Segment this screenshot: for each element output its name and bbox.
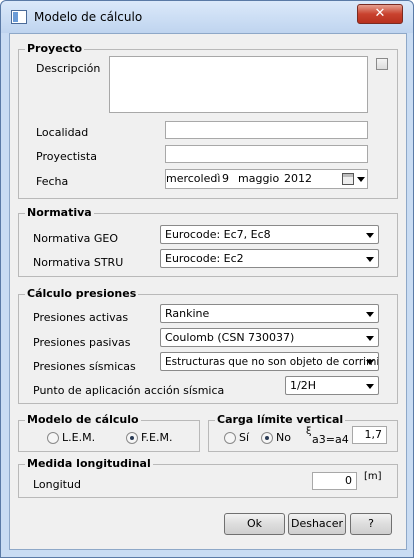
normativa-group: Normativa Normativa GEO Eurocode: Ec7, E…	[18, 206, 398, 277]
xi-symbol: ξ	[306, 426, 312, 437]
carga-limite-group: Carga límite vertical Sí No ξ a3=a4 1,7	[208, 413, 398, 452]
chevron-down-icon	[366, 257, 374, 262]
presiones-pasivas-select[interactable]: Coulomb (CSN 730037)	[160, 328, 379, 347]
localidad-label: Localidad	[36, 126, 89, 139]
chevron-down-icon	[366, 360, 374, 365]
chevron-down-icon[interactable]	[357, 177, 365, 182]
fecha-year: 2012	[284, 172, 312, 185]
modelo-calculo-group: Modelo de cálculo L.E.M. F.E.M.	[18, 413, 200, 452]
descripcion-checkbox[interactable]	[376, 58, 388, 70]
descripcion-label: Descripción	[36, 62, 101, 75]
proyecto-legend: Proyecto	[25, 42, 85, 55]
carga-value-field[interactable]: 1,7	[352, 426, 387, 444]
longitud-unit: [m]	[364, 471, 382, 482]
chevron-down-icon	[366, 384, 374, 389]
descripcion-field[interactable]	[109, 56, 368, 113]
help-button[interactable]: ?	[350, 513, 392, 535]
normativa-stru-label: Normativa STRU	[33, 256, 124, 269]
deshacer-button[interactable]: Deshacer	[288, 513, 346, 535]
presiones-pasivas-label: Presiones pasivas	[33, 336, 131, 349]
longitud-label: Longitud	[33, 478, 81, 491]
presiones-activas-select[interactable]: Rankine	[160, 304, 379, 323]
chevron-down-icon	[366, 336, 374, 341]
localidad-field[interactable]	[165, 121, 368, 139]
proyectista-field[interactable]	[165, 145, 368, 163]
close-button[interactable]: ✕	[357, 4, 403, 24]
proyectista-label: Proyectista	[36, 150, 97, 163]
dialog-body: Proyecto Descripción Localidad Proyectis…	[9, 33, 407, 550]
punto-aplicacion-label: Punto de aplicación acción sísmica	[33, 384, 225, 397]
lem-label[interactable]: L.E.M.	[62, 431, 95, 444]
ok-button[interactable]: Ok	[224, 513, 285, 535]
fecha-month: maggio	[238, 172, 280, 185]
presiones-activas-value: Rankine	[165, 307, 210, 320]
medida-longitudinal-group: Medida longitudinal Longitud 0 [m]	[18, 457, 398, 498]
calendar-icon[interactable]	[342, 173, 354, 185]
normativa-geo-select[interactable]: Eurocode: Ec7, Ec8	[160, 225, 379, 244]
presiones-sismicas-label: Presiones sísmicas	[33, 360, 136, 373]
presiones-sismicas-value: Estructuras que no son objeto de corrimi	[165, 356, 379, 368]
fem-label[interactable]: F.E.M.	[141, 431, 173, 444]
fecha-day: 9	[222, 172, 229, 185]
no-radio[interactable]	[261, 432, 273, 444]
presiones-sismicas-select[interactable]: Estructuras que no son objeto de corrimi	[160, 352, 379, 371]
calculo-legend: Cálculo presiones	[25, 287, 139, 300]
modelo-legend: Modelo de cálculo	[25, 413, 141, 426]
fecha-label: Fecha	[36, 175, 69, 188]
normativa-stru-value: Eurocode: Ec2	[165, 252, 244, 265]
normativa-geo-label: Normativa GEO	[33, 232, 118, 245]
proyecto-group: Proyecto Descripción Localidad Proyectis…	[18, 42, 398, 199]
presiones-activas-label: Presiones activas	[33, 311, 129, 324]
chevron-down-icon	[366, 312, 374, 317]
lem-radio[interactable]	[47, 432, 59, 444]
longitud-field[interactable]: 0	[312, 472, 357, 490]
window-title: Modelo de cálculo	[34, 10, 143, 24]
punto-aplicacion-value: 1/2H	[290, 379, 316, 392]
chevron-down-icon	[366, 233, 374, 238]
si-radio[interactable]	[224, 432, 236, 444]
punto-aplicacion-select[interactable]: 1/2H	[285, 376, 379, 395]
fecha-weekday: mercoledì	[166, 172, 221, 185]
si-label[interactable]: Sí	[239, 431, 249, 444]
presiones-pasivas-value: Coulomb (CSN 730037)	[165, 331, 295, 344]
no-label[interactable]: No	[276, 431, 291, 444]
fecha-picker[interactable]: mercoledì 9 maggio 2012	[165, 169, 368, 189]
carga-legend: Carga límite vertical	[215, 413, 346, 426]
title-bar[interactable]: Modelo de cálculo ✕	[1, 1, 413, 33]
xi-subscript: a3=a4	[312, 433, 349, 446]
medida-legend: Medida longitudinal	[25, 457, 153, 470]
calculo-presiones-group: Cálculo presiones Presiones activas Rank…	[18, 287, 398, 404]
fem-radio[interactable]	[126, 432, 138, 444]
normativa-geo-value: Eurocode: Ec7, Ec8	[165, 228, 271, 241]
normativa-stru-select[interactable]: Eurocode: Ec2	[160, 249, 379, 268]
dialog-window: Modelo de cálculo ✕ Proyecto Descripción…	[0, 0, 414, 558]
normativa-legend: Normativa	[25, 206, 94, 219]
app-icon	[11, 10, 27, 24]
